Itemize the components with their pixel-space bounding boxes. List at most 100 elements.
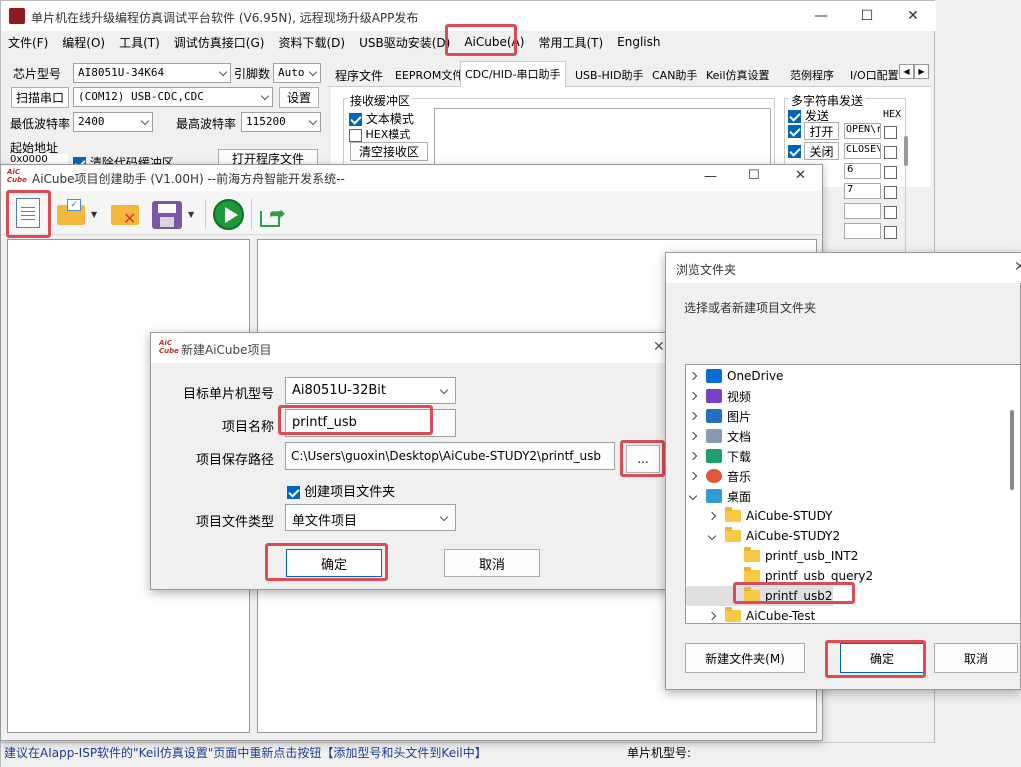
- clear-recv-button[interactable]: 清空接收区: [350, 142, 428, 161]
- send-row-5-input[interactable]: [844, 203, 881, 219]
- tree-item-aicube-study[interactable]: AiCube-STUDY: [686, 506, 833, 526]
- tab-examples[interactable]: 范例程序: [786, 63, 838, 85]
- send-list-scrollbar[interactable]: [904, 136, 908, 166]
- new-project-ok-button[interactable]: 确定: [286, 549, 382, 577]
- tab-io-config[interactable]: I/O口配置: [846, 63, 900, 85]
- send-row-6-hex[interactable]: [884, 225, 897, 239]
- aicube-close-icon[interactable]: ✕: [795, 168, 806, 183]
- close-project-icon[interactable]: ✕: [111, 205, 139, 227]
- menu-debug[interactable]: 调试仿真接口(G): [174, 34, 265, 51]
- create-folder-checkbox[interactable]: 创建项目文件夹: [287, 481, 395, 500]
- chevron-right-icon[interactable]: [688, 431, 698, 441]
- file-type-select[interactable]: 单文件项目: [285, 504, 456, 531]
- tree-item-onedrive[interactable]: OneDrive: [686, 366, 783, 386]
- menu-usb-driver[interactable]: USB驱动安装(D): [359, 34, 450, 51]
- save-path-input[interactable]: C:\Users\guoxin\Desktop\AiCube-STUDY2\pr…: [285, 442, 615, 470]
- send-row-6-input[interactable]: [844, 223, 881, 239]
- aicube-minimize-icon[interactable]: —: [704, 169, 717, 184]
- menu-downloads[interactable]: 资料下载(D): [278, 34, 345, 51]
- tree-item-桌面[interactable]: 桌面: [686, 486, 751, 506]
- port-select[interactable]: (COM12) USB-CDC,CDC: [73, 87, 273, 107]
- menu-tools[interactable]: 工具(T): [119, 34, 160, 51]
- new-project-icon[interactable]: [16, 198, 40, 228]
- minimize-icon[interactable]: —: [798, 1, 844, 31]
- chevron-down-icon[interactable]: [688, 491, 698, 501]
- menu-english[interactable]: English: [617, 35, 660, 49]
- send-row-2-button[interactable]: 关闭: [804, 142, 839, 160]
- send-row-5-hex[interactable]: [884, 205, 897, 219]
- send-row-2-checkbox[interactable]: [788, 144, 801, 158]
- tab-usb-hid[interactable]: USB-HID助手: [571, 63, 648, 85]
- min-baud-label: 最低波特率: [10, 117, 71, 131]
- tab-can[interactable]: CAN助手: [648, 63, 701, 85]
- new-folder-button[interactable]: 新建文件夹(M): [685, 643, 805, 673]
- min-baud-select[interactable]: 2400: [73, 112, 153, 132]
- browse-close-icon[interactable]: ✕: [1014, 259, 1021, 275]
- menu-program[interactable]: 编程(O): [62, 34, 105, 51]
- chip-type-select[interactable]: AI8051U-34K64: [73, 63, 231, 83]
- close-icon[interactable]: ✕: [890, 1, 936, 31]
- hex-mode-checkbox[interactable]: HEX模式: [349, 126, 410, 142]
- tree-item-音乐[interactable]: 音乐: [686, 466, 751, 486]
- text-mode-checkbox[interactable]: 文本模式: [349, 110, 414, 127]
- scan-port-button[interactable]: 扫描串口: [11, 87, 69, 108]
- tree-scrollbar[interactable]: [1010, 410, 1014, 490]
- tree-item-图片[interactable]: 图片: [686, 406, 751, 426]
- new-project-close-icon[interactable]: ✕: [653, 339, 665, 355]
- chevron-down-icon[interactable]: [707, 531, 717, 541]
- tree-item-视频[interactable]: 视频: [686, 386, 751, 406]
- folder-tree[interactable]: OneDrive 视频 图片 文档 下载 音乐 桌面 AiCube-STUDY AiCube-S…: [685, 364, 1021, 624]
- chevron-right-icon[interactable]: [688, 411, 698, 421]
- project-name-input[interactable]: printf_usb: [285, 409, 456, 437]
- port-settings-button[interactable]: 设置: [279, 87, 319, 108]
- maximize-icon[interactable]: ☐: [844, 1, 890, 31]
- send-row-1-input[interactable]: OPEN\r: [844, 123, 881, 139]
- hex-column-label: HEX: [883, 109, 902, 120]
- chevron-right-icon[interactable]: [688, 391, 698, 401]
- menu-common-tools[interactable]: 常用工具(T): [538, 34, 603, 51]
- tab-eeprom-file[interactable]: EEPROM文件: [391, 63, 467, 85]
- tab-scroll-left-icon[interactable]: ◀: [899, 64, 914, 79]
- open-project-icon[interactable]: ✓: [57, 199, 85, 225]
- pin-count-select[interactable]: Auto: [273, 63, 321, 83]
- new-project-cancel-button[interactable]: 取消: [444, 549, 540, 577]
- tab-program-file[interactable]: 程序文件: [331, 63, 387, 85]
- tree-item-printf-usb2[interactable]: printf_usb2: [686, 586, 833, 606]
- run-icon[interactable]: [213, 199, 244, 230]
- tree-item-下载[interactable]: 下载: [686, 446, 751, 466]
- tree-item-aicube-test[interactable]: AiCube-Test: [686, 606, 815, 623]
- menu-aicube[interactable]: AiCube(A): [464, 35, 524, 49]
- browse-cancel-button[interactable]: 取消: [934, 643, 1018, 673]
- export-icon[interactable]: ➦: [259, 201, 289, 229]
- send-row-2-hex[interactable]: [884, 145, 897, 159]
- tree-item-aicube-study2[interactable]: AiCube-STUDY2: [686, 526, 840, 546]
- send-row-1-button[interactable]: 打开: [804, 122, 839, 140]
- send-row-1-checkbox[interactable]: [788, 124, 801, 138]
- tree-item-printf-usb-int2[interactable]: printf_usb_INT2: [686, 546, 858, 566]
- send-row-4-hex[interactable]: [884, 185, 897, 199]
- chevron-right-icon[interactable]: [688, 471, 698, 481]
- browse-ok-button[interactable]: 确定: [840, 643, 924, 673]
- chevron-right-icon[interactable]: [707, 511, 717, 521]
- chevron-right-icon[interactable]: [688, 371, 698, 381]
- tree-item-printf-usb-query2[interactable]: printf_usb_query2: [686, 566, 873, 586]
- send-row-2-input[interactable]: CLOSE\: [844, 143, 881, 159]
- chevron-right-icon[interactable]: [688, 451, 698, 461]
- tab-cdc-hid-serial[interactable]: CDC/HID-串口助手: [460, 61, 566, 87]
- target-mcu-select[interactable]: Ai8051U-32Bit: [285, 377, 456, 404]
- aicube-maximize-icon[interactable]: ☐: [748, 168, 760, 183]
- browse-path-button[interactable]: ...: [626, 445, 660, 473]
- send-row-3-input[interactable]: 6: [844, 163, 881, 179]
- open-project-dropdown-icon[interactable]: ▼: [91, 210, 97, 219]
- send-row-1-hex[interactable]: [884, 125, 897, 139]
- max-baud-select[interactable]: 115200: [241, 112, 321, 132]
- tree-item-文档[interactable]: 文档: [686, 426, 751, 446]
- tab-keil-sim[interactable]: Keil仿真设置: [702, 63, 774, 85]
- menu-file[interactable]: 文件(F): [8, 34, 48, 51]
- save-dropdown-icon[interactable]: ▼: [188, 210, 194, 219]
- save-project-icon[interactable]: [152, 201, 182, 229]
- send-row-4-input[interactable]: 7: [844, 183, 881, 199]
- chevron-right-icon[interactable]: [707, 611, 717, 621]
- send-row-3-hex[interactable]: [884, 165, 897, 179]
- tab-scroll-right-icon[interactable]: ▶: [914, 64, 929, 79]
